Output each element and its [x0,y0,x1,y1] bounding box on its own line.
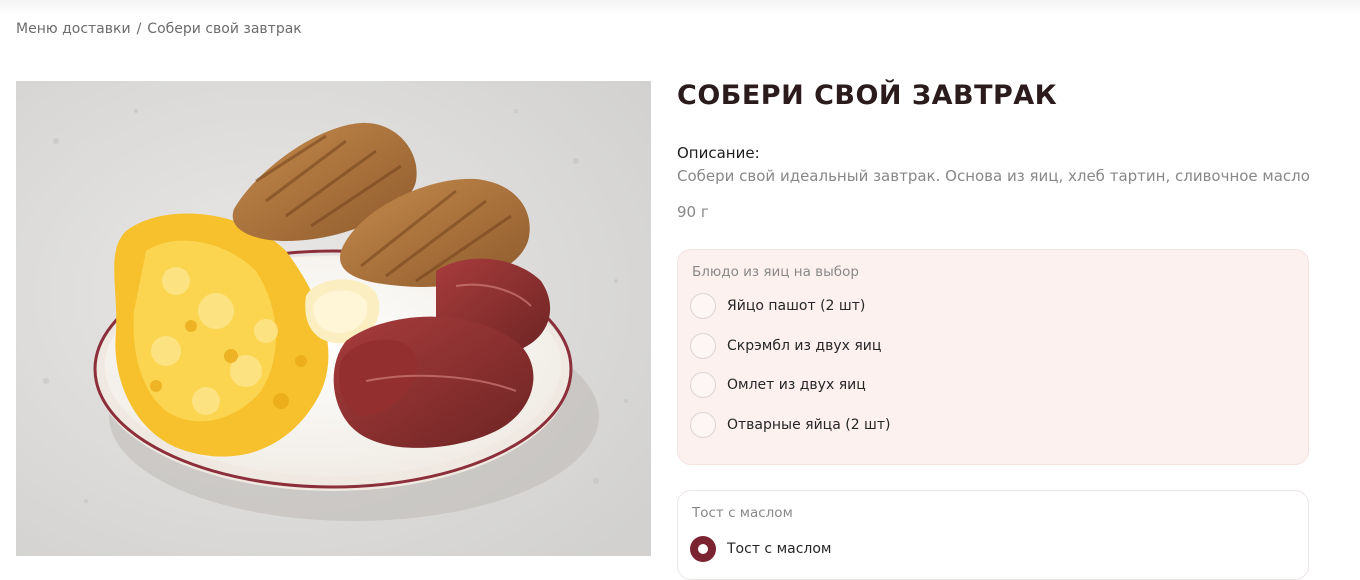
option-label: Отварные яйца (2 шт) [727,417,891,433]
egg-dish-option-group: Блюдо из яиц на выбор Яйцо пашот (2 шт) … [677,249,1309,465]
product-description: Собери свой идеальный завтрак. Основа из… [677,167,1310,185]
radio-button[interactable] [690,333,716,359]
option-label: Тост с маслом [727,541,832,557]
option-toast-with-butter[interactable]: Тост с маслом [690,534,1290,564]
option-boiled-eggs[interactable]: Отварные яйца (2 шт) [690,410,1290,440]
product-weight: 90 г [677,203,709,221]
option-group-title: Блюдо из яиц на выбор [692,264,859,280]
toast-option-group: Тост с маслом Тост с маслом [677,490,1309,580]
radio-button-selected[interactable] [690,536,716,562]
breadcrumb-current-page[interactable]: Собери свой завтрак [147,21,301,37]
breadcrumb-separator: / [136,21,142,37]
option-group-title: Тост с маслом [692,505,793,521]
top-bar [0,0,1360,14]
description-label: Описание: [677,144,760,162]
breadcrumb: Меню доставки / Собери свой завтрак [16,21,302,37]
radio-button[interactable] [690,293,716,319]
option-label: Яйцо пашот (2 шт) [727,298,866,314]
radio-button[interactable] [690,372,716,398]
option-poached-eggs[interactable]: Яйцо пашот (2 шт) [690,291,1290,321]
product-image [16,81,651,556]
breadcrumb-delivery-menu-link[interactable]: Меню доставки [16,21,131,37]
option-label: Омлет из двух яиц [727,377,866,393]
option-omelette[interactable]: Омлет из двух яиц [690,370,1290,400]
option-scrambled-eggs[interactable]: Скрэмбл из двух яиц [690,331,1290,361]
radio-button[interactable] [690,412,716,438]
product-title: СОБЕРИ СВОЙ ЗАВТРАК [677,80,1058,111]
option-label: Скрэмбл из двух яиц [727,338,882,354]
